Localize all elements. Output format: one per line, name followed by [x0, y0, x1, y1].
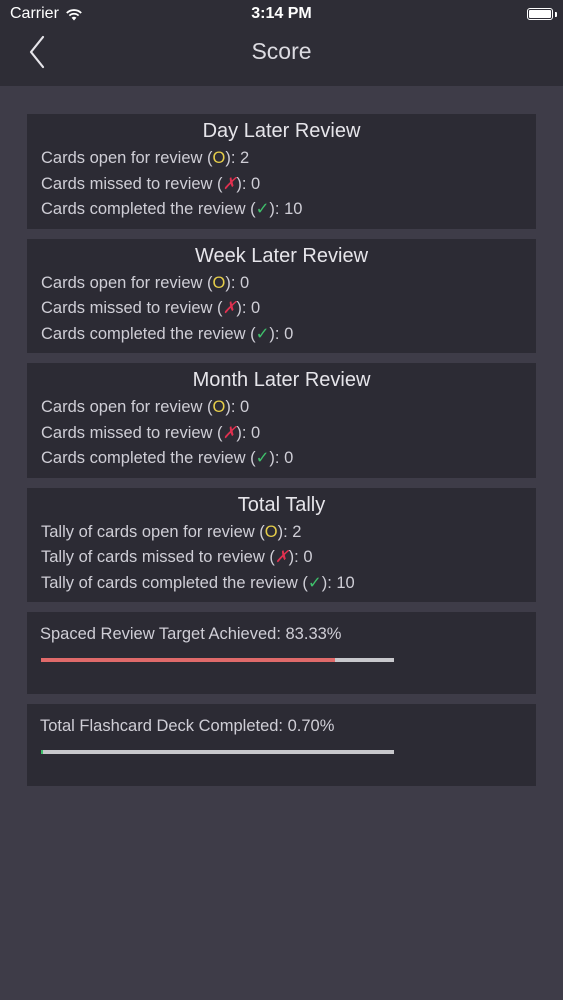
total-tally-card: Total Tally Tally of cards open for revi…: [27, 487, 536, 602]
status-bar: Carrier 3:14 PM: [0, 0, 563, 30]
open-count-line: Cards open for review (O): 0: [41, 398, 250, 416]
deck-completed-progress-bar: [41, 750, 394, 754]
open-mark: O: [264, 522, 278, 541]
nav-bar: Score: [0, 30, 563, 86]
missed-count-line: Cards missed to review (✗): 0: [41, 174, 261, 193]
completed-mark: ✓: [255, 324, 270, 343]
open-mark: O: [212, 149, 226, 167]
open-count-line: Tally of cards open for review (O): 2: [41, 522, 302, 541]
open-count-line: Cards open for review (O): 0: [41, 273, 250, 292]
status-time: 3:14 PM: [251, 5, 312, 22]
completed-count-line: Cards completed the review (✓): 10: [41, 200, 303, 218]
day-later-review-card: Day Later Review Cards open for review (…: [27, 114, 536, 229]
spaced-review-target-label: Spaced Review Target Achieved: 83.33%: [40, 625, 342, 643]
completed-count-line: Cards completed the review (✓): 0: [41, 449, 294, 467]
month-later-review-card: Month Later Review Cards open for review…: [27, 363, 536, 478]
score-content: Day Later Review Cards open for review (…: [27, 114, 536, 796]
battery-icon: [527, 8, 553, 20]
spaced-review-progress-fill: [41, 658, 336, 662]
missed-mark: ✗: [222, 299, 237, 317]
deck-completed-card: Total Flashcard Deck Completed: 0.70%: [27, 704, 536, 786]
missed-mark: ✗: [222, 174, 237, 193]
open-mark: O: [212, 398, 226, 416]
completed-mark: ✓: [307, 573, 322, 592]
deck-completed-progress-fill: [41, 750, 44, 754]
section-title: Day Later Review: [202, 120, 361, 142]
completed-mark: ✓: [255, 449, 270, 467]
page-title: Score: [251, 38, 312, 64]
missed-count-line: Tally of cards missed to review (✗): 0: [41, 548, 313, 566]
completed-count-line: Tally of cards completed the review (✓):…: [41, 573, 355, 592]
completed-mark: ✓: [255, 200, 270, 218]
missed-count-line: Cards missed to review (✗): 0: [41, 423, 261, 442]
missed-mark: ✗: [222, 423, 237, 442]
section-title: Total Tally: [237, 493, 326, 516]
battery-level: [529, 10, 551, 18]
deck-completed-label: Total Flashcard Deck Completed: 0.70%: [40, 717, 335, 735]
open-mark: O: [212, 273, 226, 292]
battery-tip: [555, 12, 557, 17]
missed-count-line: Cards missed to review (✗): 0: [41, 299, 261, 317]
section-title: Week Later Review: [194, 244, 369, 267]
spaced-review-progress-bar: [41, 658, 394, 662]
missed-mark: ✗: [274, 548, 289, 566]
open-count-line: Cards open for review (O): 2: [41, 149, 250, 167]
spaced-review-target-card: Spaced Review Target Achieved: 83.33%: [27, 612, 536, 694]
section-title: Month Later Review: [192, 369, 371, 391]
completed-count-line: Cards completed the review (✓): 0: [41, 324, 294, 343]
week-later-review-card: Week Later Review Cards open for review …: [27, 238, 536, 353]
